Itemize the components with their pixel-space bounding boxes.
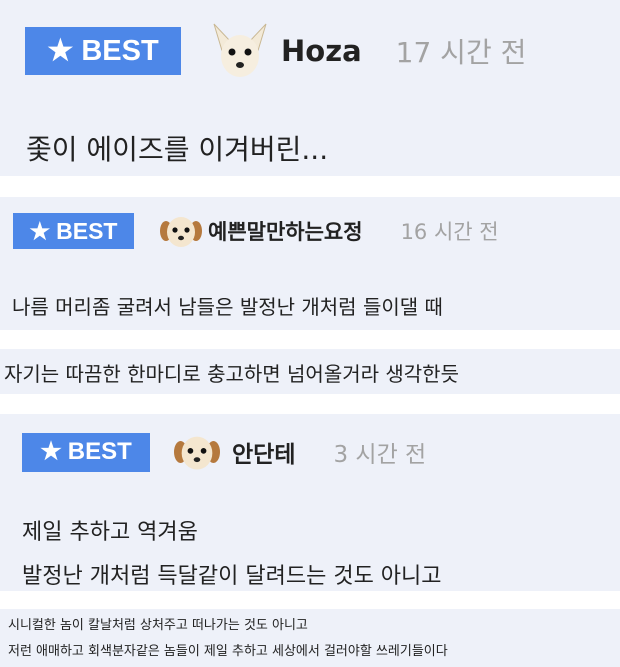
star-icon: ★ (40, 438, 62, 465)
best-badge-label: BEST (67, 438, 132, 465)
comment-card-1: ★ BEST Hoza 17 시간 전 좇이 에이즈를 이겨버린... (0, 0, 620, 176)
puppy-avatar-icon[interactable] (174, 432, 220, 472)
comment-continuation-1: 자기는 따끔한 한마디로 충고하면 넘어올거라 생각한듯 (0, 349, 620, 394)
comment-card-3: ★ BEST 안단테 3 시간 전 제일 추하고 역겨움 발정난 개처럼 득달같… (0, 414, 620, 591)
comment-time: 16 시간 전 (400, 220, 499, 244)
comment-text: 시니컬한 놈이 칼날처럼 상처주고 떠나가는 것도 아니고 (8, 618, 308, 633)
best-badge: ★ BEST (22, 432, 150, 472)
comment-text: 발정난 개처럼 득달같이 달려드는 것도 아니고 (22, 564, 442, 589)
best-badge-label: BEST (81, 34, 159, 67)
comment-text: 제일 추하고 역겨움 (22, 520, 198, 545)
star-icon: ★ (29, 217, 51, 244)
star-icon: ★ (47, 34, 74, 67)
comment-text: 자기는 따끔한 한마디로 충고하면 넘어올거라 생각한듯 (4, 362, 459, 386)
chihuahua-avatar-icon[interactable] (209, 20, 271, 82)
comment-author[interactable]: Hoza (281, 34, 362, 68)
best-badge: ★ BEST (25, 27, 181, 75)
puppy-avatar-icon[interactable] (160, 213, 202, 249)
comment-card-2: ★ BEST 예쁜말만하는요정 16 시간 전 나름 머리좀 굴려서 남들은 발… (0, 197, 620, 330)
comment-time: 3 시간 전 (333, 442, 427, 468)
comment-text: 저런 애매하고 회색분자같은 놈들이 제일 추하고 세상에서 걸러야할 쓰레기들… (8, 644, 448, 659)
comment-text: 나름 머리좀 굴려서 남들은 발정난 개처럼 들이댈 때 (12, 295, 443, 319)
comment-time: 17 시간 전 (395, 36, 527, 69)
best-badge-label: BEST (56, 217, 118, 244)
best-badge: ★ BEST (13, 213, 134, 249)
comment-author[interactable]: 안단테 (232, 435, 295, 469)
comment-text: 좇이 에이즈를 이겨버린... (26, 133, 329, 166)
comment-continuation-2: 시니컬한 놈이 칼날처럼 상처주고 떠나가는 것도 아니고 저런 애매하고 회색… (0, 609, 620, 667)
comment-author[interactable]: 예쁜말만하는요정 (208, 216, 363, 246)
